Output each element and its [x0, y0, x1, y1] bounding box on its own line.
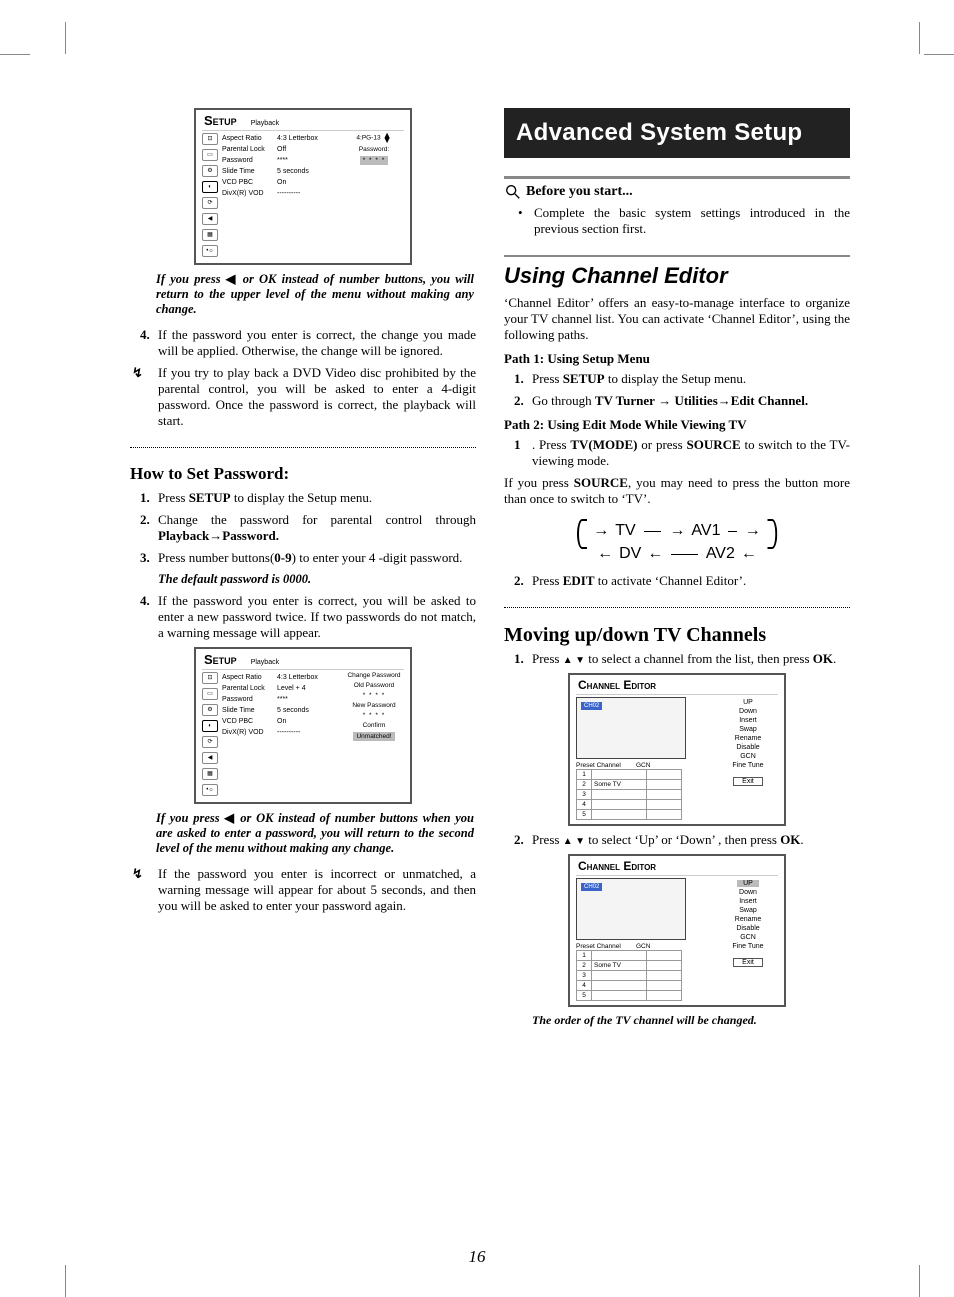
path1-heading: Path 1: Using Setup Menu: [504, 351, 850, 367]
ce-preview: CH02: [576, 697, 686, 759]
list-item: 1. Press ▲ ▼ to select a channel from th…: [532, 651, 850, 667]
note-return-second: If you press ◀ or OK instead of number b…: [130, 810, 476, 856]
ce-intro: ‘Channel Editor’ offers an easy-to-manag…: [504, 295, 850, 343]
list-item: 1 . Press TV(MODE) or press SOURCE to sw…: [532, 437, 850, 469]
list-item: 2. Press EDIT to activate ‘Channel Edito…: [532, 573, 850, 589]
list-item: 4. If the password you enter is correct,…: [158, 327, 476, 359]
section-using-channel-editor: Using Channel Editor: [504, 263, 850, 289]
before-bullet: •Complete the basic system settings intr…: [504, 205, 850, 237]
note-icon: ↯: [132, 866, 143, 882]
medium-rule: [504, 255, 850, 257]
setup-panel-1: Setup Playback ⊡ ▭ ⚙ ◐ ⟳ ◀ ▦ •☼: [194, 108, 412, 265]
list-item: 4. If the password you enter is correct,…: [158, 593, 476, 641]
magnifier-icon: [504, 183, 522, 201]
list-item: 2. Go through TV Turner → Utilities→Edit…: [532, 393, 850, 409]
setup-right-col: 4:PG-13▲▼ Password: * * * *: [344, 133, 404, 257]
list-item: 1. Press SETUP to display the Setup menu…: [158, 490, 476, 506]
note-icon: ↯: [132, 365, 143, 381]
setup-panel-2: Setup Playback ⊡▭⚙ ◐⟳◀ ▦•☼ Aspect Ratio4…: [194, 647, 412, 804]
path2-heading: Path 2: Using Edit Mode While Viewing TV: [504, 417, 850, 433]
channel-editor-panel-2: Channel Editor CH02 Preset ChannelGCN 1 …: [568, 854, 786, 1007]
list-item: 2. Change the password for parental cont…: [158, 512, 476, 544]
moving-channels-heading: Moving up/down TV Channels: [504, 624, 850, 647]
default-password-note: The default password is 0000.: [130, 572, 476, 587]
icon-row: ⊡: [202, 133, 218, 145]
order-changed-note: The order of the TV channel will be chan…: [504, 1013, 850, 1028]
thick-rule: [504, 176, 850, 179]
setup-subtitle: Playback: [251, 120, 279, 127]
ce-options: UP Down Insert Swap Rename Disable GCN F…: [718, 697, 778, 820]
tip-incorrect-password: ↯ If the password you enter is incorrect…: [130, 866, 476, 914]
list-item: 3. Press number buttons(0-9) to enter yo…: [158, 550, 476, 566]
side-icons: ⊡ ▭ ⚙ ◐ ⟳ ◀ ▦ •☼: [202, 133, 218, 257]
before-you-start: Before you start...: [526, 184, 633, 200]
howto-heading: How to Set Password:: [130, 464, 476, 484]
ce-table: 1 2Some TV 3 4 5: [576, 769, 682, 820]
page-number: 16: [0, 1247, 954, 1267]
dotted-divider: [130, 447, 476, 448]
banner-title: Advanced System Setup: [504, 108, 850, 158]
menu-rows: Aspect Ratio4:3 Letterbox Parental LockO…: [222, 133, 340, 257]
note-return-upper: If you press ◀ or OK instead of number b…: [130, 271, 476, 317]
source-press-note: If you press SOURCE, you may need to pre…: [504, 475, 850, 507]
tip-parental-playback: ↯ If you try to play back a DVD Video di…: [130, 365, 476, 429]
channel-editor-panel-1: Channel Editor CH02 Preset ChannelGCN 1 …: [568, 673, 786, 826]
list-item: 1. Press SETUP to display the Setup menu…: [532, 371, 850, 387]
setup-title: Setup: [204, 113, 237, 128]
list-item: 2. Press ▲ ▼ to select ‘Up’ or ‘Down’ , …: [532, 832, 850, 848]
source-cycle-diagram: → TV → AV1 → ← DV ← AV2 ←: [577, 513, 777, 563]
